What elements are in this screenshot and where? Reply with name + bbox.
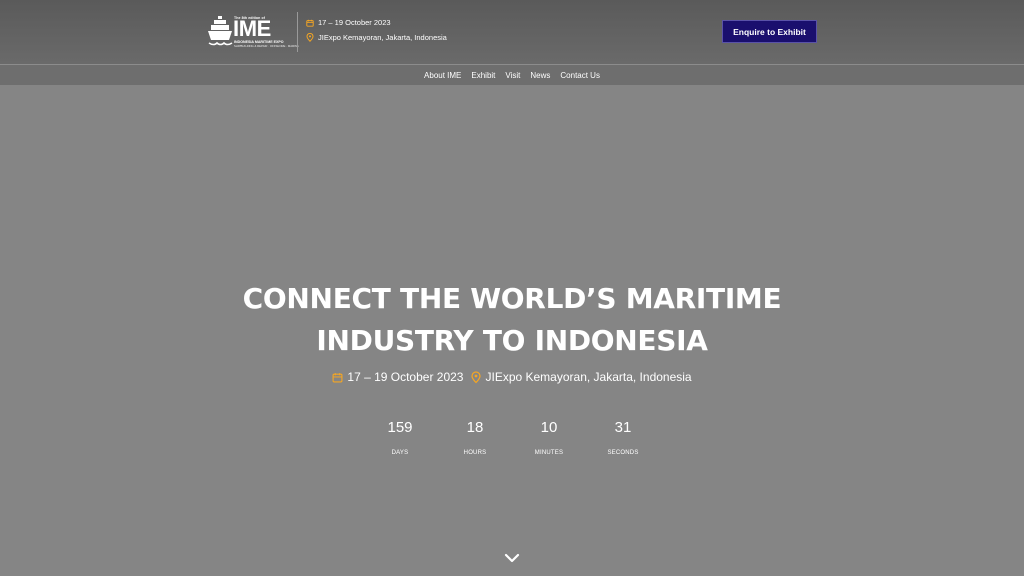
calendar-icon: [332, 372, 343, 382]
header-divider: [297, 12, 298, 52]
nav-item-contact-us[interactable]: Contact Us: [560, 71, 600, 80]
nav-item-news[interactable]: News: [530, 71, 550, 80]
countdown-days: 159 DAYS: [370, 419, 430, 457]
countdown-days-label: DAYS: [391, 450, 409, 456]
header-venue-text: JIExpo Kemayoran, Jakarta, Indonesia: [318, 33, 447, 42]
nav-item-about-ime[interactable]: About IME: [424, 71, 461, 80]
ime-logo[interactable]: The 8th edition of IME INDONESIA MARITIM…: [207, 14, 299, 50]
countdown-seconds-label: SECONDS: [607, 450, 639, 456]
countdown-seconds: 31 SECONDS: [593, 419, 653, 457]
countdown-hours-label: HOURS: [463, 450, 487, 456]
hero-venue-text: JIExpo Kemayoran, Jakarta, Indonesia: [485, 370, 692, 384]
calendar-icon: [306, 19, 314, 27]
ship-icon: [208, 16, 233, 46]
logo-wordmark: IME: [233, 16, 271, 41]
chevron-down-icon[interactable]: [504, 553, 520, 563]
countdown-seconds-value: 31: [614, 419, 632, 436]
countdown-hours-value: 18: [466, 419, 484, 436]
header-date: 17 – 19 October 2023: [306, 18, 391, 27]
countdown-minutes-label: MINUTES: [534, 450, 564, 456]
hero-title: CONNECT THE WORLD’S MARITIME INDUSTRY TO…: [0, 278, 1024, 362]
header-venue: JIExpo Kemayoran, Jakarta, Indonesia: [306, 33, 447, 42]
hero-date-text: 17 – 19 October 2023: [347, 370, 464, 384]
nav-item-visit[interactable]: Visit: [505, 71, 520, 80]
main-nav: About IME Exhibit Visit News Contact Us: [0, 64, 1024, 85]
countdown-hours: 18 HOURS: [445, 419, 505, 457]
header-date-text: 17 – 19 October 2023: [318, 18, 391, 27]
enquire-to-exhibit-button[interactable]: Enquire to Exhibit: [722, 20, 817, 43]
hero-title-line-2: INDUSTRY TO INDONESIA: [316, 324, 708, 357]
countdown-days-value: 159: [387, 419, 413, 436]
logo-tagline: SHIPBUILDING & REPAIR · OFFSHORE · MARIN…: [234, 44, 299, 48]
location-pin-icon: [471, 370, 482, 383]
nav-item-exhibit[interactable]: Exhibit: [471, 71, 495, 80]
hero-venue: JIExpo Kemayoran, Jakarta, Indonesia: [471, 370, 692, 384]
hero-event-info: 17 – 19 October 2023 JIExpo Kemayoran, J…: [0, 370, 1024, 384]
site-header: The 8th edition of IME INDONESIA MARITIM…: [0, 0, 1024, 64]
countdown-minutes: 10 MINUTES: [519, 419, 579, 457]
location-pin-icon: [306, 33, 314, 42]
hero-title-line-1: CONNECT THE WORLD’S MARITIME: [242, 282, 782, 315]
hero-date: 17 – 19 October 2023: [332, 370, 463, 384]
countdown-minutes-value: 10: [540, 419, 558, 436]
